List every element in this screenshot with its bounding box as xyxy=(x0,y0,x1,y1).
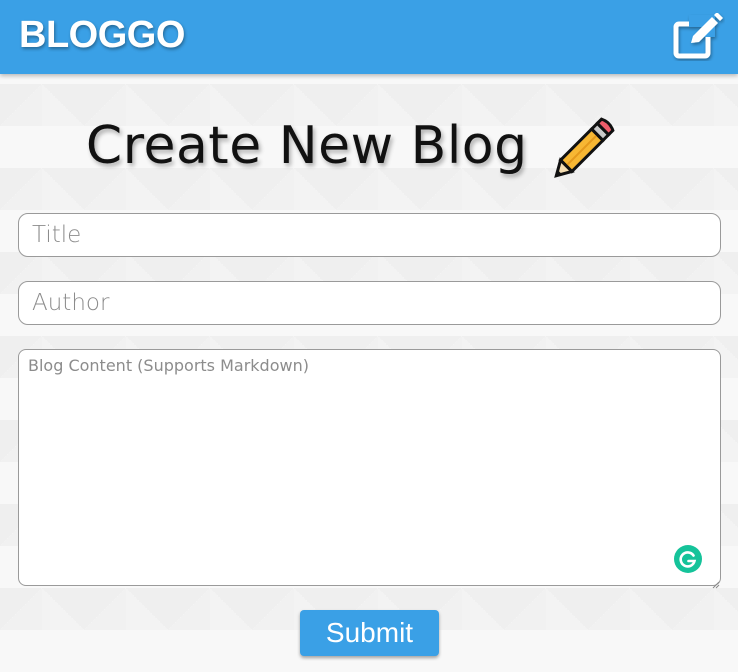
page-heading: Create New Blog xyxy=(0,110,738,190)
brand-logo[interactable]: BLOGGO xyxy=(19,14,185,57)
author-input[interactable] xyxy=(19,282,720,324)
resize-handle-icon[interactable] xyxy=(712,576,720,589)
author-field[interactable] xyxy=(18,281,721,325)
pencil-icon xyxy=(550,110,622,182)
title-input[interactable] xyxy=(19,214,720,256)
edit-note-icon[interactable] xyxy=(671,12,725,61)
grammarly-icon[interactable] xyxy=(674,545,702,573)
submit-button[interactable]: Submit xyxy=(300,610,439,656)
title-field[interactable] xyxy=(18,213,721,257)
top-bar: BLOGGO xyxy=(0,0,738,74)
blog-content-textarea[interactable] xyxy=(19,350,720,585)
content-field[interactable] xyxy=(18,349,721,586)
page-title: Create New Blog xyxy=(85,116,528,176)
